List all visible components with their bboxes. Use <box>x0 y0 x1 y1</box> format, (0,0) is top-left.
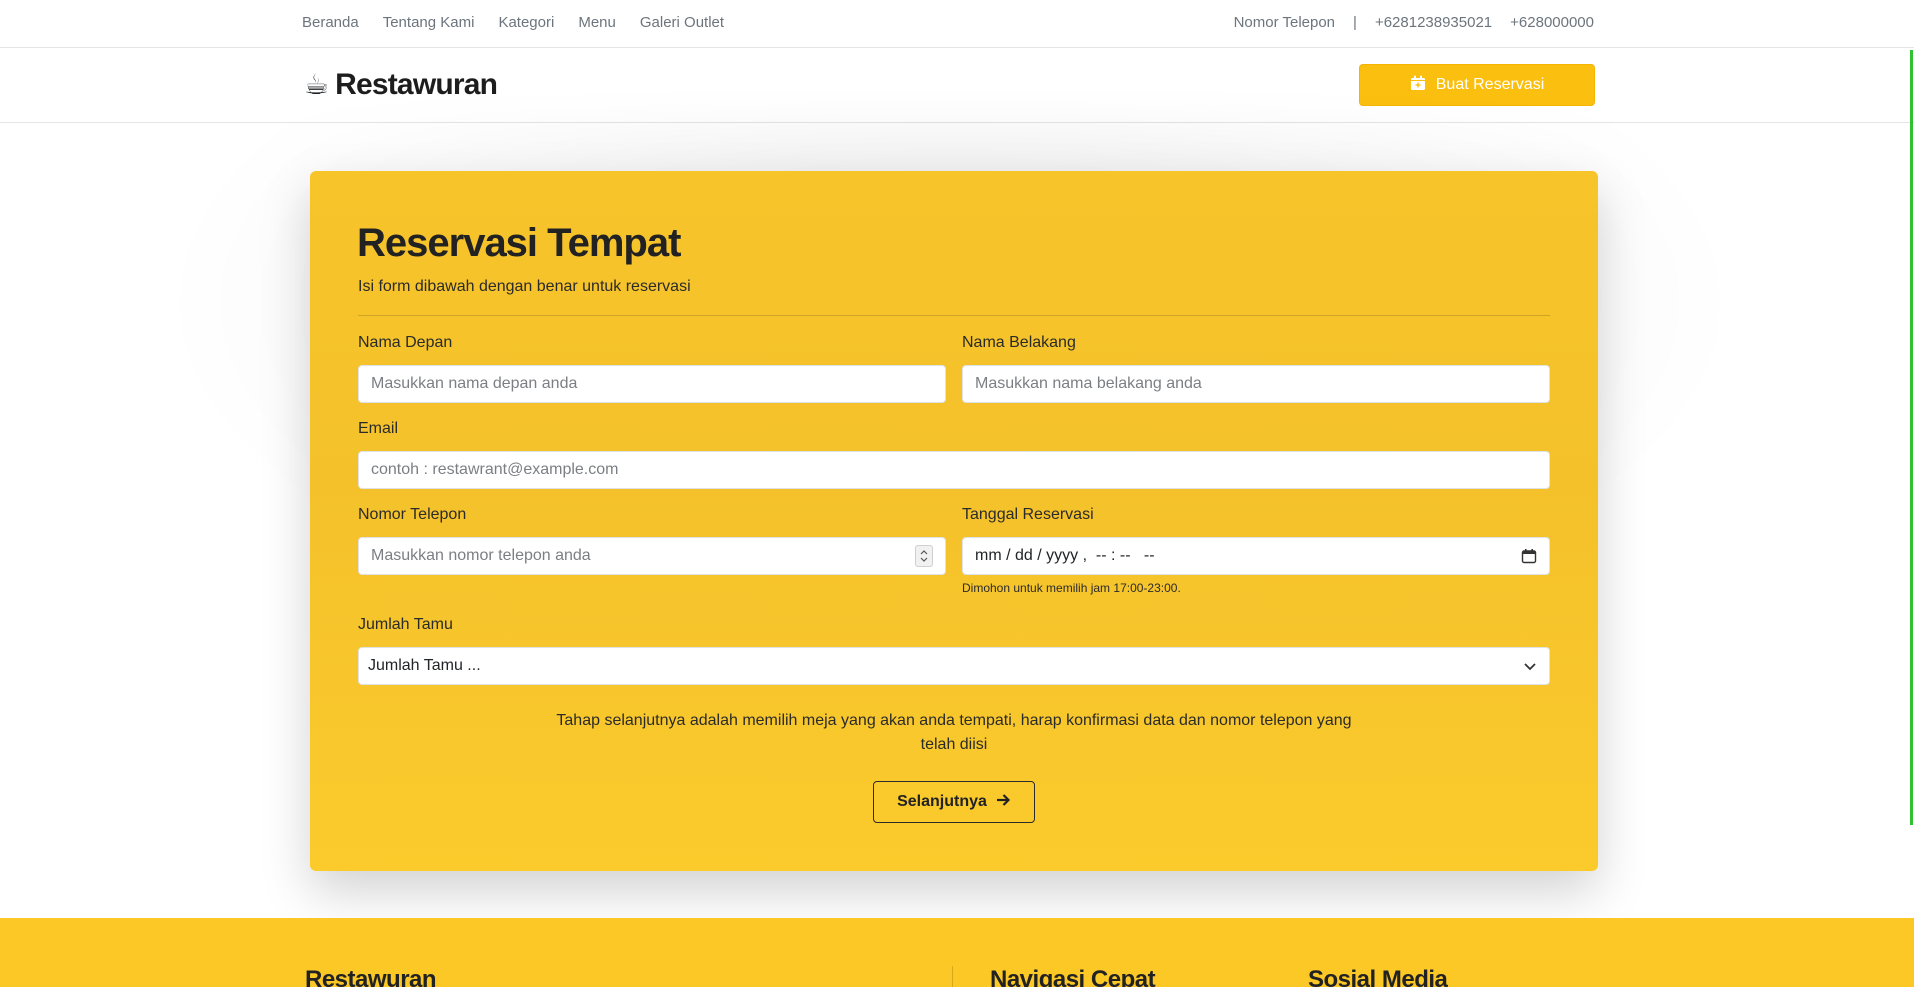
make-reservation-button[interactable]: Buat Reservasi <box>1359 64 1595 106</box>
nav-item-beranda[interactable]: Beranda <box>302 14 359 31</box>
scroll-indicator <box>1910 50 1913 825</box>
calendar-plus-icon <box>1410 75 1426 96</box>
footer-divider <box>952 966 953 987</box>
footer-nav-title: Navigasi Cepat <box>990 966 1156 987</box>
make-reservation-label: Buat Reservasi <box>1435 76 1545 93</box>
nav-item-menu[interactable]: Menu <box>578 14 616 31</box>
phone-label: Nomor Telepon <box>358 506 467 523</box>
brand-logo[interactable]: ☕ Restawuran <box>304 68 498 102</box>
nav-item-tentang-kami[interactable]: Tentang Kami <box>383 14 475 31</box>
reservation-date-help: Dimohon untuk memilih jam 17:00-23:00. <box>962 581 1181 595</box>
top-bar: Beranda Tentang Kami Kategori Menu Galer… <box>0 0 1914 48</box>
next-step-note: Tahap selanjutnya adalah memilih meja ya… <box>556 712 1352 753</box>
last-name-placeholder: Masukkan nama belakang anda <box>975 375 1202 392</box>
email-label: Email <box>358 420 399 437</box>
chevron-down-icon <box>1523 659 1537 673</box>
next-button[interactable]: Selanjutnya <box>873 781 1035 823</box>
form-divider <box>358 315 1550 316</box>
first-name-placeholder: Masukkan nama depan anda <box>371 375 578 392</box>
first-name-input[interactable]: Masukkan nama depan anda <box>358 365 946 403</box>
main-header: ☕ Restawuran Buat Reservasi <box>0 48 1914 123</box>
last-name-input[interactable]: Masukkan nama belakang anda <box>962 365 1550 403</box>
brand-name: Restawuran <box>335 68 498 101</box>
number-spinner[interactable] <box>915 545 933 567</box>
reservation-date-value: mm / dd / yyyy , -- : -- -- <box>975 547 1155 564</box>
arrow-right-icon <box>995 792 1011 813</box>
reservation-date-input[interactable]: mm / dd / yyyy , -- : -- -- <box>962 537 1550 575</box>
reservation-form-card: Reservasi Tempat Isi form dibawah dengan… <box>310 171 1598 871</box>
guests-select[interactable]: Jumlah Tamu ... <box>358 647 1550 685</box>
guests-label: Jumlah Tamu <box>358 616 453 633</box>
form-subtitle: Isi form dibawah dengan benar untuk rese… <box>358 278 691 295</box>
phone-placeholder: Masukkan nomor telepon anda <box>371 547 591 564</box>
contact-separator: | <box>1353 14 1357 31</box>
last-name-label: Nama Belakang <box>962 334 1076 351</box>
contact-label: Nomor Telepon <box>1233 14 1336 31</box>
footer-social-title: Sosial Media <box>1308 966 1448 987</box>
nav-item-galeri-outlet[interactable]: Galeri Outlet <box>640 14 724 31</box>
footer-brand-title: Restawuran <box>305 966 437 987</box>
phone-input[interactable]: Masukkan nomor telepon anda <box>358 537 946 575</box>
nav-item-kategori[interactable]: Kategori <box>498 14 554 31</box>
top-nav: Beranda Tentang Kami Kategori Menu Galer… <box>302 14 724 31</box>
top-contact: Nomor Telepon | +6281238935021 +62800000… <box>1234 14 1594 31</box>
form-title: Reservasi Tempat <box>357 221 681 265</box>
contact-phone-1[interactable]: +6281238935021 <box>1375 14 1492 31</box>
guests-selected-value: Jumlah Tamu ... <box>368 657 481 674</box>
first-name-label: Nama Depan <box>358 334 453 351</box>
reservation-date-label: Tanggal Reservasi <box>962 506 1094 523</box>
email-input[interactable]: contoh : restawrant@example.com <box>358 451 1550 489</box>
email-placeholder: contoh : restawrant@example.com <box>371 461 619 478</box>
coffee-cup-icon: ☕ <box>304 69 330 100</box>
calendar-icon[interactable] <box>1521 548 1537 564</box>
footer: Restawuran Navigasi Cepat Sosial Media <box>0 918 1914 987</box>
next-button-label: Selanjutnya <box>897 793 987 810</box>
contact-phone-2[interactable]: +628000000 <box>1510 14 1594 31</box>
